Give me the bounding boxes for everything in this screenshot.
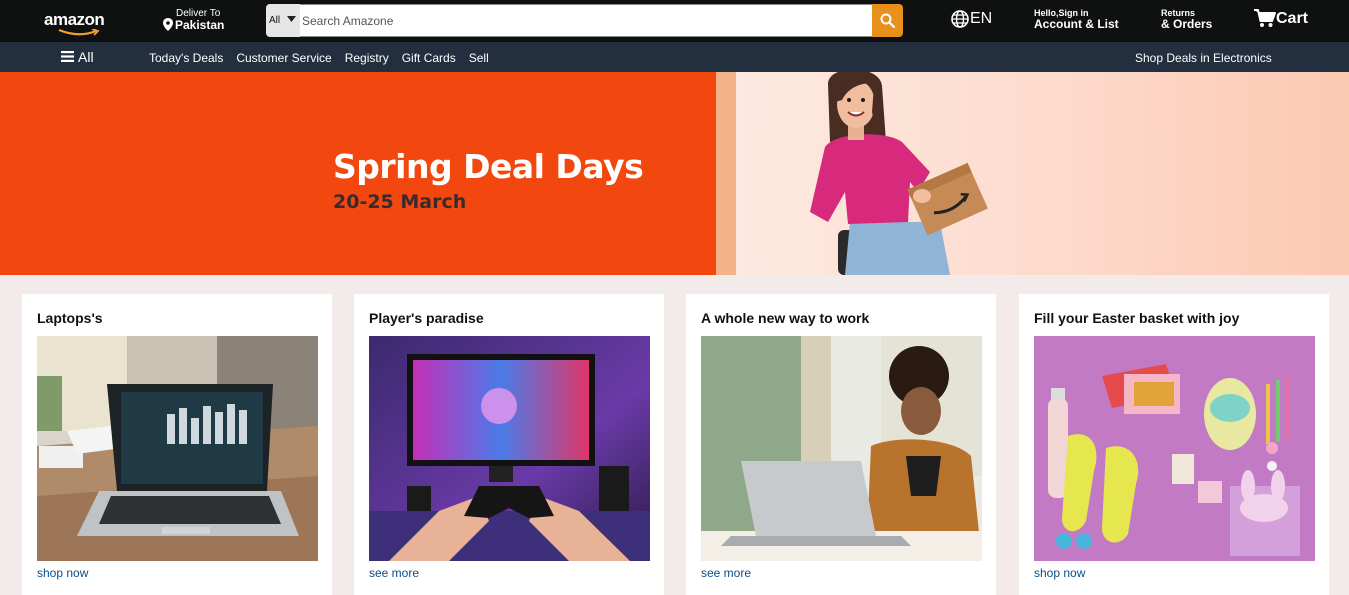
card-laptops: Laptops's shop now xyxy=(22,294,332,595)
card-title: A whole new way to work xyxy=(701,310,870,326)
nav-link-todays-deals[interactable]: Today's Deals xyxy=(149,51,223,65)
logo-text: amazon xyxy=(44,10,105,29)
nav-link-shop-deals-electronics[interactable]: Shop Deals in Electronics xyxy=(1135,51,1272,65)
search-bar: All xyxy=(266,4,903,37)
nav-all-label: All xyxy=(78,49,94,65)
card-title: Player's paradise xyxy=(369,310,484,326)
card-link-see-more[interactable]: see more xyxy=(701,566,751,580)
nav-links: Today's Deals Customer Service Registry … xyxy=(149,51,502,65)
card-link-shop-now[interactable]: shop now xyxy=(1034,566,1085,580)
nav-link-customer-service[interactable]: Customer Service xyxy=(236,51,331,65)
card-players-paradise: Player's paradise see more xyxy=(354,294,664,595)
caret-down-icon xyxy=(287,16,296,22)
search-category-label: All xyxy=(269,15,281,26)
card-link-see-more[interactable]: see more xyxy=(369,566,419,580)
cart-icon xyxy=(1254,9,1276,27)
card-image-laptop[interactable] xyxy=(37,336,318,561)
hero-title: Spring Deal Days xyxy=(333,147,644,186)
returns-orders[interactable]: Returns & Orders xyxy=(1161,8,1212,31)
location-pin-icon xyxy=(163,18,173,31)
deliver-location: Pakistan xyxy=(175,18,225,32)
search-button[interactable] xyxy=(872,4,903,37)
search-input[interactable] xyxy=(300,4,872,37)
nav-link-sell[interactable]: Sell xyxy=(469,51,489,65)
card-title: Laptops's xyxy=(37,310,103,326)
amazon-logo[interactable]: amazon xyxy=(44,10,114,36)
account-label: Account & List xyxy=(1034,17,1119,31)
nav-link-gift-cards[interactable]: Gift Cards xyxy=(402,51,456,65)
hero-divider-strip xyxy=(716,72,736,275)
cart-button[interactable]: Cart xyxy=(1254,8,1314,32)
search-icon xyxy=(880,13,895,28)
top-header: amazon Deliver To Pakistan All Search Am… xyxy=(0,0,1349,42)
nav-bar: All Today's Deals Customer Service Regis… xyxy=(0,42,1349,72)
card-new-way-to-work: A whole new way to work see more xyxy=(686,294,996,595)
card-easter-basket: Fill your Easter basket with joy shop no… xyxy=(1019,294,1329,595)
hero-person-with-package-image xyxy=(810,72,988,275)
hamburger-icon xyxy=(61,51,74,62)
cart-label: Cart xyxy=(1276,10,1309,27)
card-image-work[interactable] xyxy=(701,336,982,561)
card-image-gaming[interactable] xyxy=(369,336,650,561)
hero-subtitle: 20-25 March xyxy=(333,191,467,213)
card-image-easter[interactable] xyxy=(1034,336,1315,561)
nav-link-registry[interactable]: Registry xyxy=(345,51,389,65)
gaming-photo xyxy=(369,336,650,561)
amazon-smile-icon xyxy=(58,29,100,36)
account-menu[interactable]: Hello,Sign in Account & List xyxy=(1034,8,1119,31)
work-photo xyxy=(701,336,982,561)
orders-label: & Orders xyxy=(1161,17,1213,31)
hero-banner[interactable]: Spring Deal Days 20-25 March xyxy=(0,72,1349,275)
easter-photo xyxy=(1034,336,1315,561)
search-category-select[interactable]: All xyxy=(266,4,300,37)
language-label: EN xyxy=(970,10,993,27)
language-selector[interactable]: EN xyxy=(951,9,995,31)
laptop-photo xyxy=(37,336,318,561)
globe-icon xyxy=(951,10,969,28)
card-title: Fill your Easter basket with joy xyxy=(1034,310,1240,326)
card-link-shop-now[interactable]: shop now xyxy=(37,566,88,580)
